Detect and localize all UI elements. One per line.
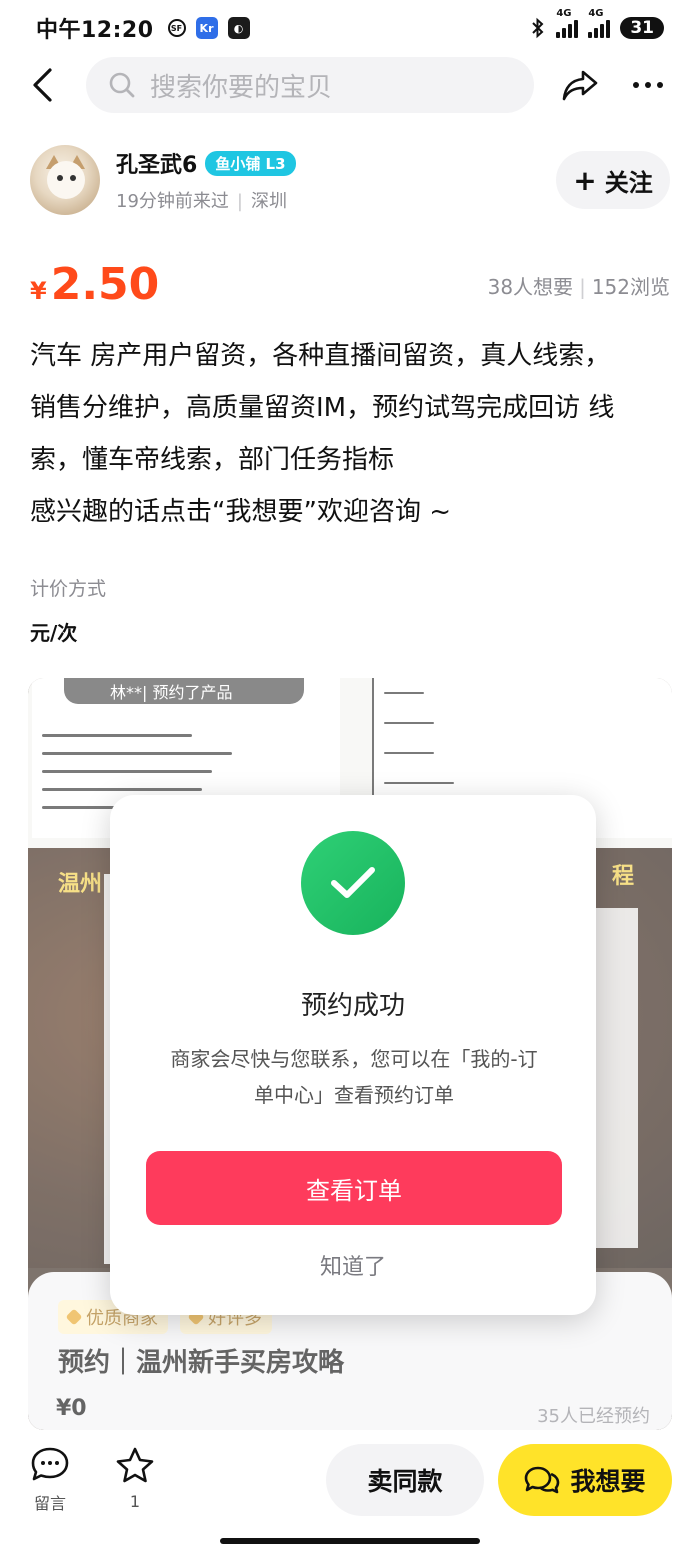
- back-button[interactable]: [18, 60, 68, 110]
- pricing-method-value: 元/次: [30, 621, 78, 645]
- booking-success-dialog: 预约成功 商家会尽快与您联系，您可以在「我的-订单中心」查看预约订单 查看订单 …: [110, 795, 596, 1315]
- price-row: ¥ 2.50 38人想要 | 152浏览: [30, 250, 670, 310]
- dialog-title: 预约成功: [300, 991, 405, 1021]
- more-dot-icon: [645, 82, 651, 88]
- home-indicator[interactable]: [220, 1538, 480, 1544]
- success-check-icon: [301, 831, 405, 935]
- status-bar: 中午12:20 SF Kr ◐ 4G 4G 31: [0, 0, 700, 56]
- 36kr-app-icon: Kr: [195, 17, 218, 39]
- description-line: 感兴趣的话点击“我想要”欢迎咨询 ~: [30, 497, 451, 527]
- wants-count: 38人想要: [487, 275, 574, 299]
- plus-icon: +: [573, 163, 597, 197]
- product-description: 汽车 房产用户留资，各种直播间留资，真人线索， 销售分维护，高质量留资IM，预约…: [30, 330, 670, 538]
- favorite-count: 1: [129, 1492, 141, 1511]
- sf-icon: SF: [167, 19, 186, 37]
- price-value: 2.50: [50, 259, 160, 310]
- price-currency: ¥: [30, 277, 47, 305]
- search-input[interactable]: 搜索你要的宝贝: [86, 57, 534, 113]
- seller-meta: 19分钟前来过 | 深圳: [116, 191, 287, 212]
- app-icon: ◐: [227, 17, 250, 39]
- seller-avatar[interactable]: [30, 145, 100, 215]
- sell-same-button[interactable]: 卖同款: [326, 1444, 484, 1516]
- dialog-message: 商家会尽快与您联系，您可以在「我的-订单中心」查看预约订单: [170, 1047, 538, 1107]
- description-line: 销售分维护，高质量留资IM，预约试驾完成回访 线: [30, 393, 615, 423]
- views-count: 152浏览: [591, 275, 670, 299]
- more-dot-icon: [657, 82, 663, 88]
- comment-icon: [31, 1447, 69, 1481]
- more-dot-icon: [633, 82, 639, 88]
- follow-label: 关注: [604, 168, 653, 197]
- favorite-button[interactable]: 1: [105, 1446, 165, 1511]
- more-button[interactable]: [626, 63, 670, 107]
- signal-1-icon: 4G: [556, 8, 579, 38]
- chat-bubbles-icon: [525, 1466, 560, 1494]
- battery-indicator: 31: [620, 17, 664, 39]
- seller-location: 深圳: [250, 191, 287, 212]
- description-line: 索，懂车帝线索，部门任务指标: [30, 445, 395, 475]
- star-icon: [116, 1447, 154, 1483]
- comment-button[interactable]: 留言: [20, 1446, 80, 1514]
- seller-info: 孔圣武6 鱼小铺 L3 19分钟前来过 | 深圳: [116, 147, 556, 213]
- bottom-action-bar: 留言 1 卖同款 我想要: [0, 1430, 700, 1555]
- signal-2-icon: 4G: [588, 8, 611, 38]
- seller-header: 孔圣武6 鱼小铺 L3 19分钟前来过 | 深圳 + 关注: [30, 143, 670, 217]
- seller-last-visit: 19分钟前来过: [116, 191, 229, 212]
- seller-name[interactable]: 孔圣武6: [116, 147, 197, 179]
- product-price: ¥ 2.50: [30, 259, 159, 310]
- top-nav: 搜索你要的宝贝: [0, 56, 700, 114]
- product-stats: 38人想要 | 152浏览: [487, 275, 670, 299]
- share-icon: [562, 70, 598, 101]
- i-want-button[interactable]: 我想要: [498, 1444, 672, 1516]
- view-order-button[interactable]: 查看订单: [146, 1151, 562, 1225]
- search-placeholder: 搜索你要的宝贝: [150, 72, 333, 103]
- seller-level-badge: 鱼小铺 L3: [205, 150, 296, 176]
- share-button[interactable]: [558, 63, 602, 107]
- bluetooth-icon: [532, 17, 544, 39]
- search-icon: [109, 72, 135, 98]
- description-line: 汽车 房产用户留资，各种直播间留资，真人线索，: [30, 341, 611, 371]
- status-time: 中午12:20: [36, 18, 154, 43]
- i-want-label: 我想要: [570, 1467, 646, 1496]
- follow-button[interactable]: + 关注: [556, 151, 670, 209]
- status-notification-icons: SF Kr ◐: [167, 17, 250, 39]
- comment-label: 留言: [33, 1494, 66, 1513]
- back-arrow-icon: [33, 68, 52, 102]
- got-it-button[interactable]: 知道了: [110, 1249, 596, 1281]
- status-right: 4G 4G 31: [530, 8, 664, 39]
- pricing-method-label: 计价方式: [30, 578, 107, 600]
